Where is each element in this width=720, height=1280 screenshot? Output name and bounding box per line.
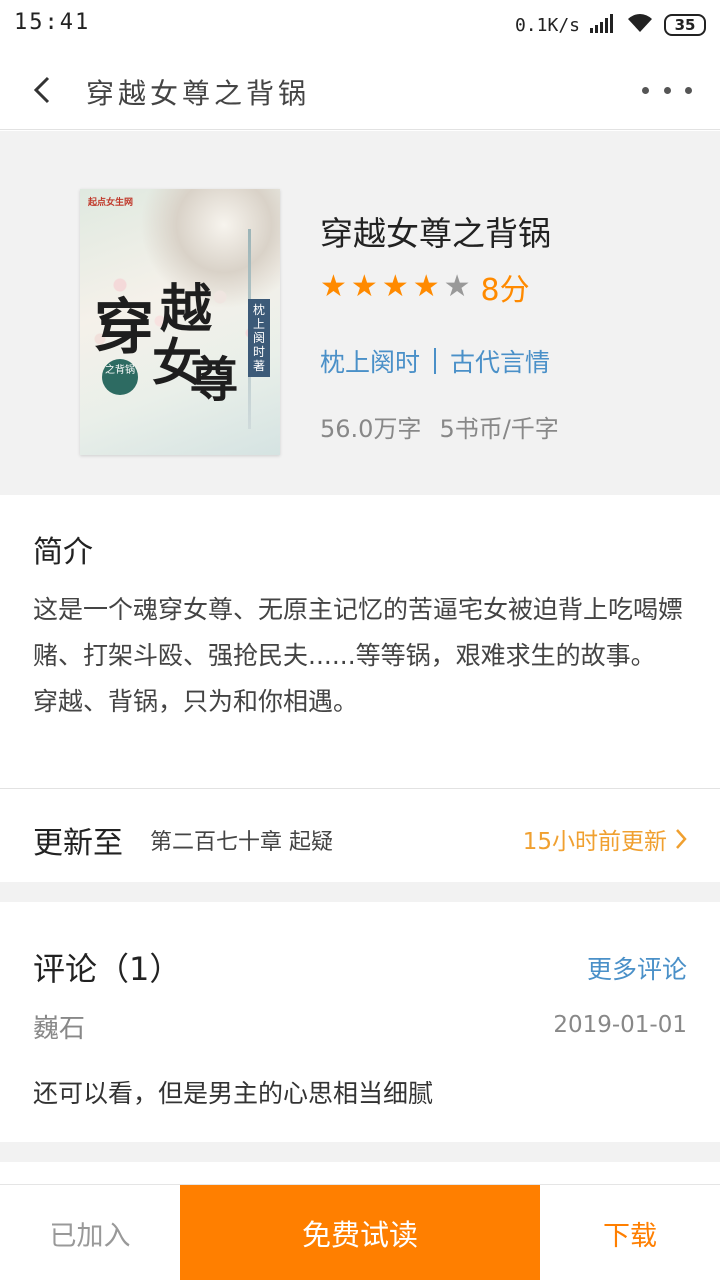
price: 5书币/千字 — [439, 415, 559, 443]
more-dot-icon — [642, 86, 649, 94]
update-time-text: 15小时前更新 — [522, 829, 667, 855]
status-icons: 0.1K/s 35 — [515, 12, 706, 38]
comments-title: 评论（1） — [33, 950, 182, 988]
update-label: 更新至 — [33, 826, 123, 861]
update-time: 15小时前更新 — [523, 822, 687, 856]
book-title: 穿越女尊之背锅 — [320, 214, 551, 253]
more-menu-button[interactable] — [642, 74, 692, 106]
star-filled-icon: ★ — [381, 269, 409, 304]
comments-section: 评论（1） 更多评论 巍石 2019-01-01 还可以看，但是男主的心思相当细… — [0, 902, 720, 1142]
rating: ★ ★ ★ ★ ★ 8分 — [320, 265, 530, 309]
more-comments-link[interactable]: 更多评论 — [587, 950, 687, 986]
comment-text[interactable]: 还可以看，但是男主的心思相当细腻 — [33, 1074, 433, 1110]
free-read-button[interactable]: 免费试读 — [180, 1185, 540, 1280]
book-header: 起点女生网 穿 越 女 尊 之背锅 枕上阕时著 穿越女尊之背锅 ★ ★ ★ ★ … — [0, 131, 720, 495]
cover-title-char: 穿 — [94, 293, 154, 363]
status-time: 15:41 — [14, 10, 91, 35]
cover-logo: 起点女生网 — [88, 198, 134, 208]
back-button[interactable] — [22, 68, 62, 112]
cover-author-tag: 枕上阕时著 — [248, 299, 270, 377]
comment-user: 巍石 — [33, 1014, 86, 1044]
chevron-right-icon — [676, 829, 687, 849]
section-divider — [0, 882, 720, 902]
intro-body[interactable]: 这是一个魂穿女尊、无原主记忆的苦逼宅女被迫背上吃喝嫖赌、打架斗殴、强抢民夫...… — [33, 587, 693, 725]
latest-chapter: 第二百七十章 起疑 — [150, 830, 333, 855]
more-dot-icon — [685, 86, 692, 94]
word-count: 56.0万字 — [320, 415, 422, 443]
intro-section: 简介 这是一个魂穿女尊、无原主记忆的苦逼宅女被迫背上吃喝嫖赌、打架斗殴、强抢民夫… — [0, 495, 720, 789]
bottom-action-bar: 已加入 免费试读 下载 — [0, 1184, 720, 1280]
star-filled-icon: ★ — [412, 269, 440, 304]
nav-bar: 穿越女尊之背锅 — [0, 50, 720, 130]
meta-divider — [434, 348, 437, 374]
more-dot-icon — [663, 86, 671, 94]
star-filled-icon: ★ — [320, 269, 347, 304]
signal-icon — [590, 13, 616, 37]
intro-paragraph: 这是一个魂穿女尊、无原主记忆的苦逼宅女被迫背上吃喝嫖赌、打架斗殴、强抢民夫...… — [33, 595, 684, 670]
score: 8分 — [480, 273, 530, 308]
cover-subtitle: 之背锅 — [102, 359, 138, 395]
next-section — [0, 1162, 720, 1184]
back-arrow-icon — [33, 76, 50, 104]
section-divider — [0, 1142, 720, 1162]
star-empty-icon: ★ — [443, 269, 471, 304]
battery-icon: 35 — [664, 14, 706, 36]
comment-date: 2019-01-01 — [553, 1012, 687, 1038]
star-filled-icon: ★ — [350, 269, 378, 304]
page-title: 穿越女尊之背锅 — [86, 77, 311, 110]
update-row[interactable]: 更新至 第二百七十章 起疑 15小时前更新 — [0, 790, 720, 882]
intro-paragraph: 穿越、背锅，只为和你相遇。 — [33, 687, 359, 716]
cover-title-char: 尊 — [190, 352, 239, 408]
status-bar: 15:41 0.1K/s 35 — [0, 0, 720, 50]
category-link[interactable]: 古代言情 — [450, 343, 550, 379]
wifi-icon — [626, 12, 654, 38]
intro-title: 简介 — [33, 535, 93, 570]
book-cover[interactable]: 起点女生网 穿 越 女 尊 之背锅 枕上阕时著 — [80, 189, 280, 455]
cover-title-char: 越 — [160, 279, 213, 340]
added-to-shelf-button[interactable]: 已加入 — [0, 1185, 180, 1280]
download-button[interactable]: 下载 — [540, 1185, 720, 1280]
book-meta-links: 枕上阕时 古代言情 — [320, 343, 550, 379]
book-stats: 56.0万字 5书币/千字 — [320, 409, 559, 444]
network-speed: 0.1K/s — [514, 14, 580, 36]
author-link[interactable]: 枕上阕时 — [320, 343, 420, 379]
